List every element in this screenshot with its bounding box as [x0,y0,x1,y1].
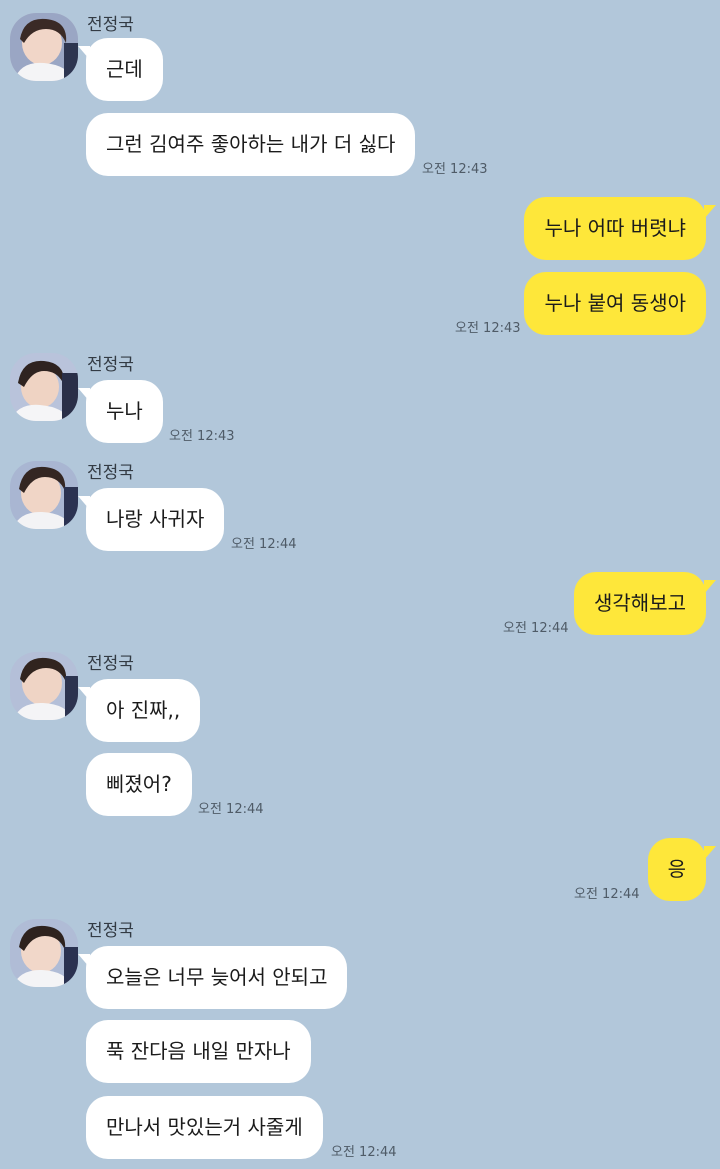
sender-avatar[interactable] [10,461,78,529]
message-bubble[interactable]: 응 [647,838,706,901]
message-time: 오전 12:44 [331,1145,397,1160]
message-bubble[interactable]: 그런 김여주 좋아하는 내가 더 싫다 [86,113,416,176]
sender-name: 전정국 [87,355,134,375]
avatar-photo-icon [10,919,78,987]
message-bubble[interactable]: 누나 어따 버렷냐 [524,197,706,260]
sender-name: 전정국 [87,463,134,483]
message-time: 오전 12:44 [574,887,640,902]
sender-name: 전정국 [87,921,134,941]
sender-name: 전정국 [87,15,134,35]
message-time: 오전 12:44 [198,802,264,817]
message-bubble[interactable]: 아 진짜,, [86,679,201,742]
sender-avatar[interactable] [10,13,78,81]
sender-avatar[interactable] [10,353,78,421]
message-bubble[interactable]: 나랑 사귀자 [86,488,225,551]
sender-name: 전정국 [87,654,134,674]
message-time: 오전 12:43 [455,321,521,336]
message-time: 오전 12:43 [169,429,235,444]
sender-avatar[interactable] [10,919,78,987]
message-bubble[interactable]: 누나 붙여 동생아 [524,272,706,335]
message-bubble[interactable]: 누나 [86,380,163,443]
message-bubble[interactable]: 생각해보고 [574,572,706,635]
avatar-photo-icon [10,353,78,421]
chat-room: 전정국 근데 그런 김여주 좋아하는 내가 더 싫다 오전 12:43 누나 어… [0,0,720,1169]
sender-avatar[interactable] [10,652,78,720]
message-time: 오전 12:44 [503,621,569,636]
message-time: 오전 12:43 [422,162,488,177]
message-bubble[interactable]: 만나서 맛있는거 사줄게 [86,1096,323,1159]
message-bubble[interactable]: 푹 잔다음 내일 만자나 [86,1020,311,1083]
message-bubble[interactable]: 근데 [86,38,163,101]
message-time: 오전 12:44 [231,537,297,552]
avatar-photo-icon [10,652,78,720]
message-bubble[interactable]: 오늘은 너무 늦어서 안되고 [86,946,348,1009]
message-bubble[interactable]: 삐졌어? [86,753,192,816]
avatar-photo-icon [10,461,78,529]
avatar-photo-icon [10,13,78,81]
